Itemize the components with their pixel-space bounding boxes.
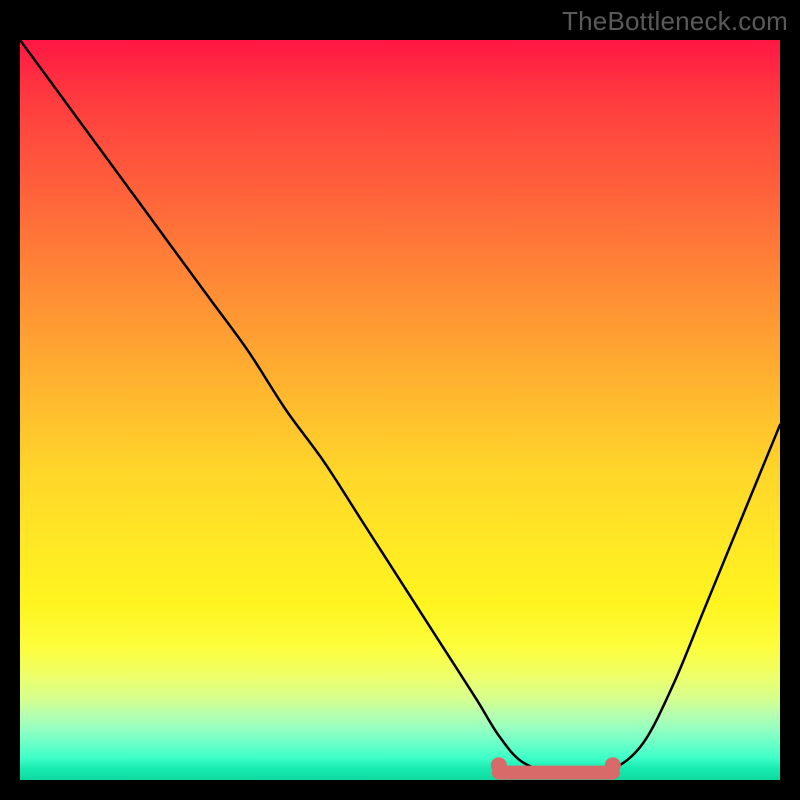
plot-area [20,40,780,780]
optimal-point-marker [491,757,507,773]
curve-svg [20,40,780,780]
chart-frame: TheBottleneck.com [0,0,800,800]
watermark-text: TheBottleneck.com [562,6,788,37]
optimal-point-marker [605,757,621,773]
bottleneck-curve [20,40,780,774]
